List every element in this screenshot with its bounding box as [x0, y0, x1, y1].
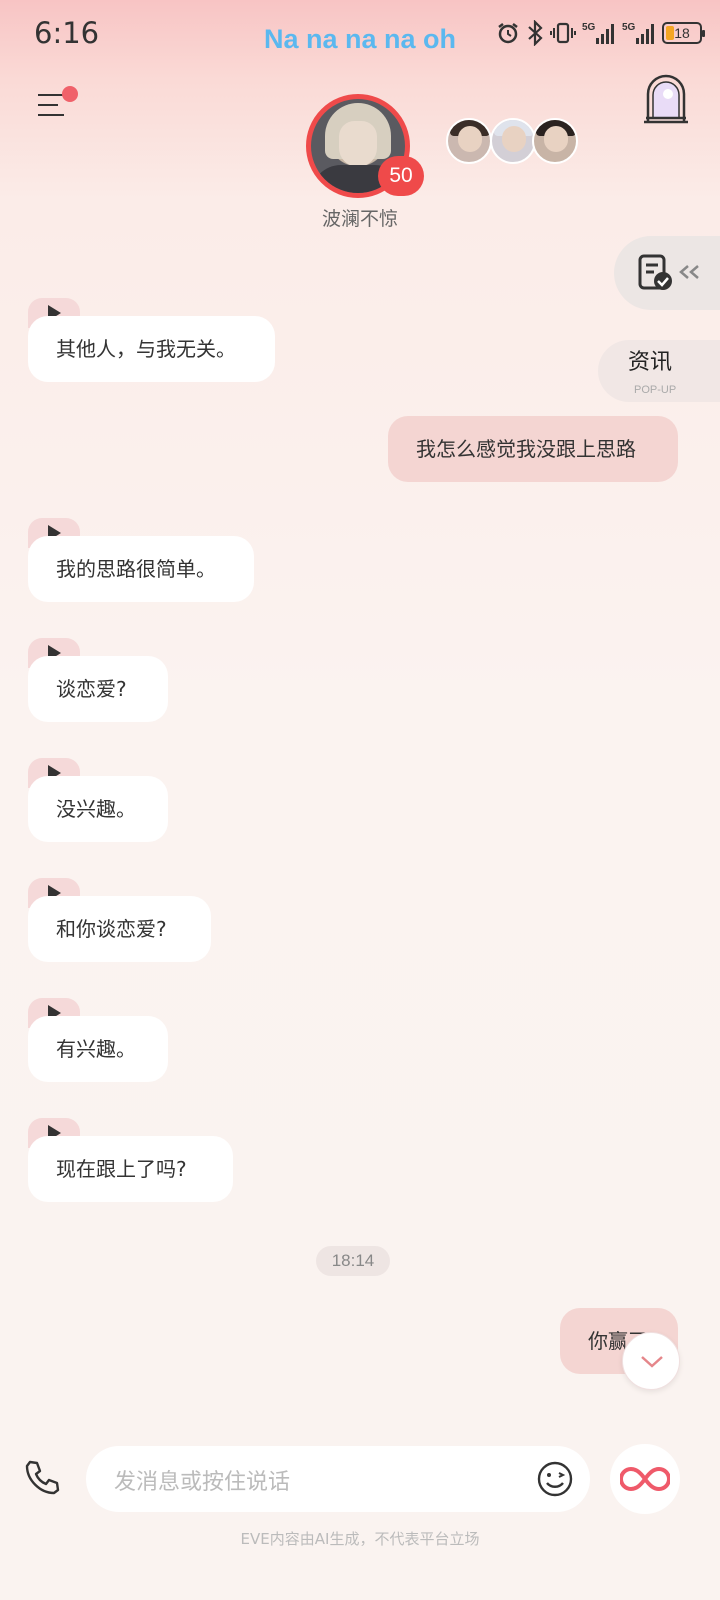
- message-bubble[interactable]: 现在跟上了吗?: [28, 1136, 233, 1202]
- message-bubble[interactable]: 其他人，与我无关。: [28, 316, 275, 382]
- now-playing-lyric: Na na na na oh: [264, 24, 457, 54]
- infinity-icon: [620, 1466, 670, 1492]
- message-bubble[interactable]: 谈恋爱?: [28, 656, 168, 722]
- news-subtitle: POP-UP: [634, 384, 677, 396]
- time-separator: 18:14: [316, 1246, 390, 1276]
- bluetooth-icon: [528, 20, 543, 46]
- emoji-icon[interactable]: [536, 1460, 574, 1498]
- status-icons: 5G 5G 18: [496, 20, 705, 46]
- intimacy-badge: 50: [378, 156, 424, 196]
- message-bubble[interactable]: 我的思路很简单。: [28, 536, 254, 602]
- character-name[interactable]: 波澜不惊: [290, 204, 430, 231]
- gate-icon[interactable]: [642, 72, 690, 126]
- message-bubble[interactable]: 没兴趣。: [28, 776, 168, 842]
- signal-5g-icon-2: 5G: [622, 22, 654, 44]
- side-document-button[interactable]: [614, 236, 720, 310]
- group-avatar-2[interactable]: [490, 118, 536, 164]
- scroll-to-bottom-button[interactable]: [622, 1332, 680, 1390]
- message-input-placeholder: 发消息或按住说话: [114, 1470, 291, 1495]
- alarm-icon: [498, 23, 518, 44]
- notification-dot: [62, 86, 78, 102]
- infinity-button[interactable]: [610, 1444, 680, 1514]
- document-check-icon: [638, 254, 672, 290]
- vibrate-icon: [550, 22, 576, 44]
- group-avatar-3[interactable]: [532, 118, 578, 164]
- message-bubble[interactable]: 和你谈恋爱?: [28, 896, 211, 962]
- battery-indicator: 18: [662, 22, 705, 44]
- phone-icon[interactable]: [22, 1458, 62, 1498]
- svg-text:5G: 5G: [622, 22, 636, 33]
- group-avatar-1[interactable]: [446, 118, 492, 164]
- message-user[interactable]: 我怎么感觉我没跟上思路: [388, 416, 678, 482]
- svg-text:5G: 5G: [582, 22, 596, 33]
- chevron-down-icon: [641, 1356, 663, 1368]
- ai-disclaimer: EVE内容由AI生成，不代表平台立场: [240, 1530, 480, 1548]
- status-time: 6:16: [34, 16, 100, 50]
- menu-button[interactable]: [30, 86, 80, 126]
- collapse-arrows-icon: [679, 265, 699, 279]
- message-bubble[interactable]: 有兴趣。: [28, 1016, 168, 1082]
- news-title: 资讯: [628, 350, 673, 375]
- signal-5g-icon: 5G: [582, 22, 614, 44]
